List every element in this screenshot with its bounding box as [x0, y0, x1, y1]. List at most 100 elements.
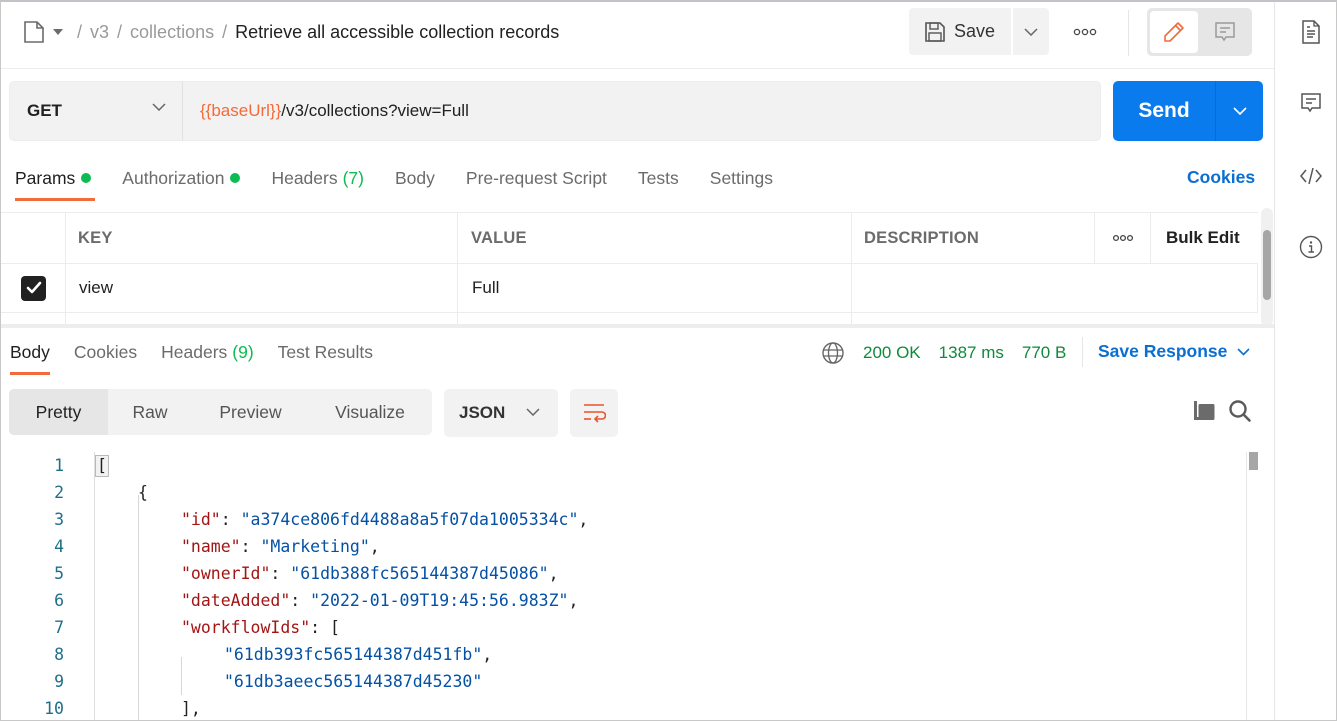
tab-authorization[interactable]: Authorization: [122, 165, 241, 191]
url-path: /v3/collections?view=Full: [281, 101, 469, 120]
params-header-row: KEY VALUE DESCRIPTION Bulk Edit: [1, 213, 1258, 264]
code-content: "id": "a374ce806fd4488a8a5f07da1005334c"…: [181, 510, 588, 529]
tab-pre-request-script[interactable]: Pre-request Script: [466, 165, 607, 191]
tab-test-results[interactable]: Test Results: [278, 339, 373, 365]
code-line: 4 "name": "Marketing",: [1, 533, 1241, 560]
caret-down-icon[interactable]: [53, 29, 63, 35]
breadcrumb-item-v3[interactable]: v3: [90, 22, 109, 43]
param-value-input[interactable]: Full: [458, 264, 852, 312]
tab-headers[interactable]: Headers (7): [271, 165, 364, 191]
params-scrollbar[interactable]: [1261, 208, 1273, 326]
send-options-button[interactable]: [1215, 81, 1263, 141]
param-enabled-checkbox[interactable]: [21, 275, 46, 301]
format-raw[interactable]: Raw: [108, 389, 192, 435]
code-line: 10],: [1, 695, 1241, 720]
save-icon: [925, 21, 945, 42]
cookies-link[interactable]: Cookies: [1187, 167, 1255, 188]
save-options-button[interactable]: [1013, 8, 1049, 55]
wrap-lines-button[interactable]: [570, 389, 618, 437]
save-response-button[interactable]: Save Response: [1098, 341, 1250, 362]
params-scrollbar-thumb[interactable]: [1263, 230, 1271, 300]
json-key: "ownerId": [181, 564, 271, 583]
edit-mode-button[interactable]: [1150, 11, 1198, 53]
chevron-down-icon: [526, 408, 540, 416]
matched-bracket: [: [95, 454, 109, 477]
status-code[interactable]: 200 OK: [863, 343, 921, 363]
column-options-button[interactable]: [1095, 213, 1151, 263]
more-actions-button[interactable]: [1067, 22, 1103, 42]
description-column-header: DESCRIPTION: [852, 213, 1095, 263]
json-punctuation: ,: [578, 510, 589, 529]
format-pretty[interactable]: Pretty: [9, 389, 108, 435]
url-input[interactable]: {{baseUrl}}/v3/collections?view=Full: [183, 81, 1101, 141]
tab-response-cookies[interactable]: Cookies: [74, 339, 137, 365]
tab-response-body[interactable]: Body: [10, 339, 50, 375]
bulk-edit-button[interactable]: Bulk Edit: [1151, 213, 1258, 263]
response-scrollbar-thumb[interactable]: [1249, 452, 1258, 470]
save-response-label: Save Response: [1098, 341, 1228, 361]
format-preview[interactable]: Preview: [192, 389, 309, 435]
response-time[interactable]: 1387 ms: [939, 343, 1004, 363]
pencil-icon: [1164, 22, 1184, 42]
line-number: 5: [54, 564, 64, 583]
param-description-input[interactable]: [852, 264, 1258, 312]
chevron-down-icon: [1024, 27, 1038, 36]
param-key-input[interactable]: view: [66, 264, 458, 312]
tab-label: Test Results: [277, 341, 373, 362]
response-size[interactable]: 770 B: [1022, 343, 1066, 363]
json-punctuation: : [: [310, 618, 340, 637]
param-checkbox-cell: [1, 264, 66, 312]
response-body-viewer[interactable]: 1[2{3 "id": "a374ce806fd4488a8a5f07da1005…: [1, 452, 1274, 720]
code-content: "workflowIds": [: [181, 618, 340, 637]
code-content: "61db3aeec565144387d45230": [224, 672, 482, 691]
code-content: [: [95, 454, 109, 477]
language-select[interactable]: JSON: [444, 389, 558, 437]
copy-button[interactable]: [1191, 398, 1217, 424]
checkmark-icon: [26, 281, 41, 294]
tab-label: Tests: [637, 167, 679, 188]
request-title[interactable]: Retrieve all accessible collection recor…: [235, 22, 559, 43]
tab-settings[interactable]: Settings: [710, 165, 773, 191]
language-label: JSON: [459, 403, 506, 422]
tab-label: Headers: [271, 167, 338, 188]
send-button[interactable]: Send: [1113, 81, 1215, 141]
format-visualize[interactable]: Visualize: [309, 389, 431, 435]
url-variable: {{baseUrl}}: [200, 101, 282, 120]
save-button[interactable]: Save: [909, 8, 1011, 55]
tab-params[interactable]: Params: [15, 165, 96, 201]
tab-body[interactable]: Body: [395, 165, 435, 191]
globe-icon[interactable]: [821, 341, 845, 365]
breadcrumb-separator: /: [222, 21, 228, 42]
documentation-icon[interactable]: [1299, 19, 1323, 44]
code-line: 5 "ownerId": "61db388fc565144387d45086",: [1, 560, 1241, 587]
json-punctuation: :: [220, 510, 241, 529]
request-editor: / v3 / collections / Retrieve all access…: [1, 2, 1274, 720]
pane-resize-divider[interactable]: [1, 324, 1274, 328]
code-line: 2{: [1, 479, 1241, 506]
response-tabs: Body Cookies Headers (9) Test Results: [10, 339, 397, 375]
json-punctuation: ,: [568, 591, 579, 610]
json-string: "61db388fc565144387d45086": [290, 564, 549, 583]
search-button[interactable]: [1227, 398, 1253, 424]
code-icon[interactable]: [1299, 164, 1323, 188]
json-punctuation: ],: [181, 699, 201, 718]
info-icon[interactable]: [1299, 235, 1323, 259]
comment-icon: [1215, 22, 1235, 42]
tab-response-headers[interactable]: Headers (9): [161, 339, 254, 365]
comments-icon[interactable]: [1299, 91, 1323, 115]
request-file-icon[interactable]: [23, 20, 45, 44]
key-column-header: KEY: [66, 213, 458, 263]
tab-label: Headers: [161, 341, 228, 362]
json-punctuation: :: [240, 537, 261, 556]
response-scrollbar[interactable]: [1246, 452, 1260, 720]
tab-tests[interactable]: Tests: [638, 165, 679, 191]
status-dot: [230, 173, 241, 183]
checkbox-column-header: [1, 213, 66, 263]
code-content: "ownerId": "61db388fc565144387d45086",: [181, 564, 559, 583]
comment-mode-button[interactable]: [1201, 11, 1249, 53]
format-tabs: Pretty Raw Preview Visualize: [9, 389, 432, 435]
breadcrumb-item-collections[interactable]: collections: [130, 22, 214, 43]
json-string: "61db3aeec565144387d45230": [224, 672, 483, 691]
method-select[interactable]: GET: [9, 81, 183, 141]
response-meta: 200 OK 1387 ms 770 B: [821, 340, 1084, 366]
